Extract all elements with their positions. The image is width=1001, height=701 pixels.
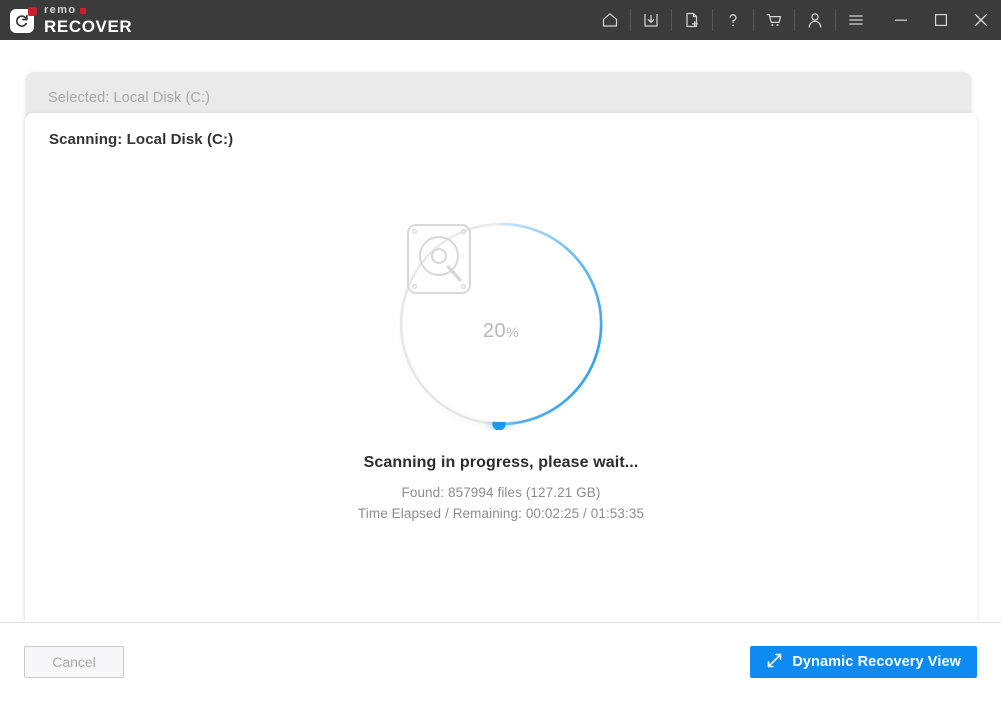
progress-percent-value: 20 bbox=[482, 319, 507, 342]
expand-arrows-icon bbox=[766, 652, 783, 673]
close-icon[interactable] bbox=[961, 0, 1001, 40]
maximize-icon[interactable] bbox=[921, 0, 961, 40]
scan-progress-area: 20% Scanning in progress, please wait...… bbox=[25, 218, 977, 521]
progress-ring-inner: 20% bbox=[403, 224, 599, 422]
swirl-glyph bbox=[16, 14, 28, 27]
title-bar: remo RECOVER bbox=[0, 0, 1001, 40]
remo-logo-icon bbox=[10, 6, 37, 34]
logo-square-accent bbox=[79, 7, 86, 14]
home-icon[interactable] bbox=[590, 0, 630, 40]
scanning-panel: Scanning: Local Disk (C:) 20% Scanning i… bbox=[25, 113, 977, 622]
logo-text-remo: remo bbox=[44, 5, 132, 16]
user-icon[interactable] bbox=[795, 0, 835, 40]
app-logo: remo RECOVER bbox=[0, 5, 132, 35]
dynamic-recovery-view-button[interactable]: Dynamic Recovery View bbox=[750, 646, 977, 678]
progress-percent: 20% bbox=[483, 320, 519, 343]
titlebar-icon-group bbox=[590, 0, 1001, 40]
scan-status-message: Scanning in progress, please wait... bbox=[363, 454, 639, 471]
application-window: remo RECOVER Selected: Local Disk (C:) S… bbox=[0, 0, 1001, 701]
save-icon[interactable] bbox=[631, 0, 671, 40]
dynamic-recovery-view-label: Dynamic Recovery View bbox=[792, 654, 961, 670]
menu-icon[interactable] bbox=[836, 0, 876, 40]
cart-icon[interactable] bbox=[754, 0, 794, 40]
progress-ring: 20% bbox=[395, 218, 607, 430]
logo-text-recover: RECOVER bbox=[44, 17, 133, 36]
logo-remo-word: remo bbox=[44, 4, 77, 16]
progress-percent-symbol: % bbox=[506, 323, 520, 340]
scan-time-summary: Time Elapsed / Remaining: 00:02:25 / 01:… bbox=[357, 506, 645, 521]
hard-disk-search-icon bbox=[407, 224, 471, 294]
new-file-icon[interactable] bbox=[672, 0, 712, 40]
minimize-icon[interactable] bbox=[881, 0, 921, 40]
scan-found-summary: Found: 857994 files (127.21 GB) bbox=[401, 485, 601, 500]
help-icon[interactable] bbox=[713, 0, 753, 40]
cancel-button[interactable]: Cancel bbox=[24, 646, 124, 678]
selected-drive-label: Selected: Local Disk (C:) bbox=[48, 90, 211, 106]
footer-bar: Cancel Dynamic Recovery View bbox=[0, 622, 1001, 701]
scanning-title: Scanning: Local Disk (C:) bbox=[49, 131, 234, 148]
